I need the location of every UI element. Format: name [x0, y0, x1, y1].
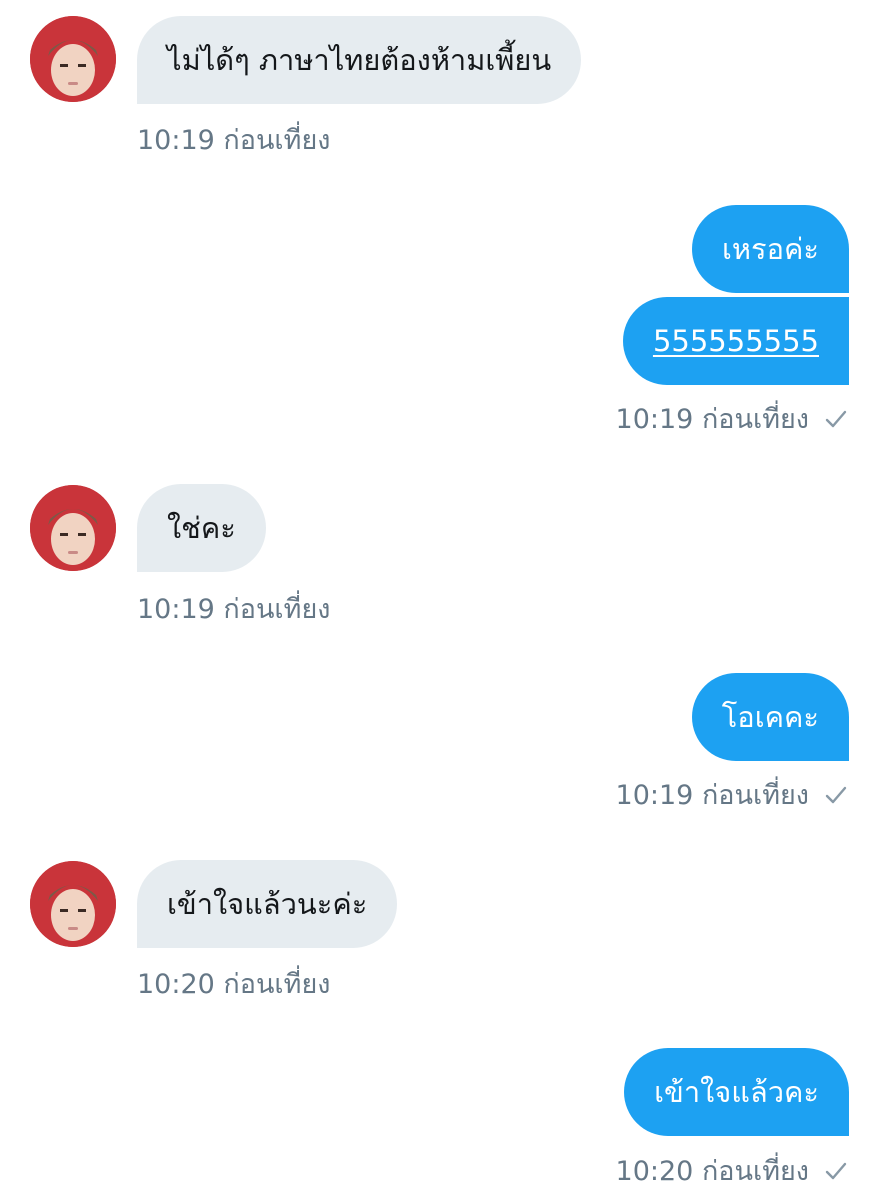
avatar[interactable] — [30, 485, 116, 571]
message-text: โอเคคะ — [721, 700, 819, 734]
message-bubble-outgoing[interactable]: เข้าใจแล้วคะ — [624, 1048, 849, 1136]
message-text: เข้าใจแล้วคะ — [654, 1075, 819, 1109]
check-icon — [825, 786, 847, 803]
message-text: ใช่คะ — [167, 511, 236, 545]
message-link[interactable]: 555555555 — [653, 324, 819, 358]
message-text: เหรอค่ะ — [722, 232, 819, 266]
message-timestamp: 10:19 ก่อนเที่ยง — [137, 594, 331, 625]
message-text: ไม่ได้ๆ ภาษาไทยต้องห้ามเพี้ยน — [167, 43, 552, 77]
message-bubble-incoming[interactable]: ไม่ได้ๆ ภาษาไทยต้องห้ามเพี้ยน — [137, 16, 582, 104]
message-timestamp: 10:19 ก่อนเที่ยง — [137, 125, 331, 156]
avatar[interactable] — [30, 16, 116, 102]
avatar[interactable] — [30, 861, 116, 947]
check-icon — [825, 1162, 847, 1179]
message-timestamp: 10:19 ก่อนเที่ยง — [616, 397, 849, 440]
message-bubble-outgoing[interactable]: เหรอค่ะ — [692, 205, 849, 293]
message-bubble-incoming[interactable]: ใช่คะ — [137, 484, 266, 572]
message-timestamp: 10:19 ก่อนเที่ยง — [616, 773, 849, 816]
message-bubble-outgoing[interactable]: 555555555 — [622, 297, 849, 385]
message-bubble-incoming[interactable]: เข้าใจแล้วนะค่ะ — [137, 860, 398, 948]
check-icon — [825, 410, 847, 427]
message-timestamp: 10:20 ก่อนเที่ยง — [616, 1149, 849, 1192]
message-text: เข้าใจแล้วนะค่ะ — [167, 887, 368, 921]
message-timestamp: 10:20 ก่อนเที่ยง — [137, 969, 331, 1000]
message-bubble-outgoing[interactable]: โอเคคะ — [691, 673, 849, 761]
